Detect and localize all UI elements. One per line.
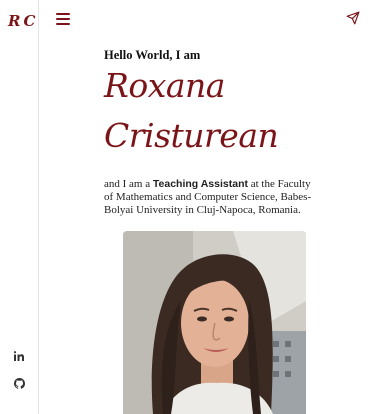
profile-photo xyxy=(123,231,306,414)
github-icon[interactable] xyxy=(13,377,25,389)
first-name-heading: Roxana xyxy=(104,66,225,105)
linkedin-icon[interactable] xyxy=(13,350,25,362)
intro-role: Teaching Assistant xyxy=(152,178,248,190)
last-name-heading: Cristurean xyxy=(104,116,279,155)
paper-plane-icon[interactable] xyxy=(346,11,360,25)
intro-prefix: and I am a xyxy=(104,178,153,190)
hamburger-menu-icon[interactable] xyxy=(56,13,70,25)
intro-paragraph: and I am a Teaching Assistant at the Fac… xyxy=(104,178,318,217)
greeting-text: Hello World, I am xyxy=(104,48,201,62)
logo[interactable]: RC xyxy=(8,12,38,30)
sidebar: RC xyxy=(0,0,39,414)
